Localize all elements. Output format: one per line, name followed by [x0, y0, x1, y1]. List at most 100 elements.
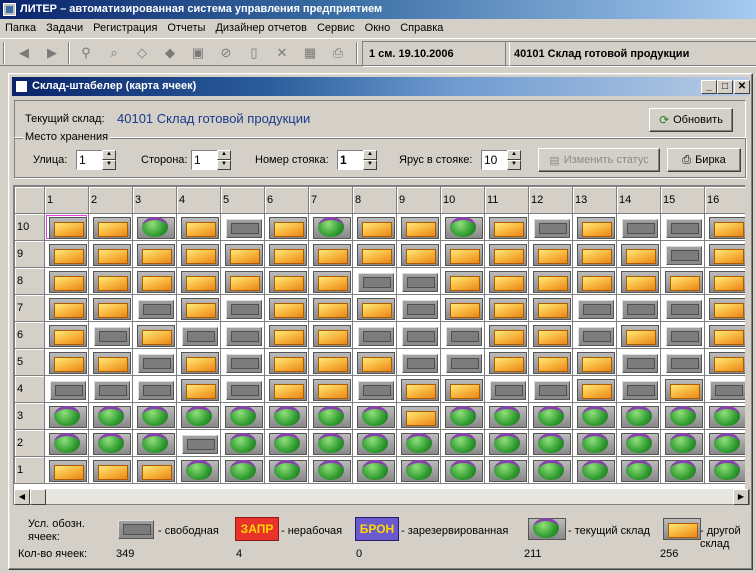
- grid-cell[interactable]: [616, 348, 661, 376]
- cell-free[interactable]: [221, 214, 264, 240]
- cell-other-warehouse[interactable]: [353, 214, 396, 240]
- grid-cell[interactable]: [396, 294, 441, 322]
- cell-other-warehouse[interactable]: [441, 268, 484, 294]
- spin-up-icon[interactable]: ▲: [363, 150, 377, 160]
- cell-current-warehouse[interactable]: [573, 457, 616, 483]
- cell-current-warehouse[interactable]: [617, 430, 660, 456]
- grid-cell[interactable]: [660, 213, 705, 241]
- grid-cell[interactable]: [220, 402, 265, 430]
- grid-cell[interactable]: [44, 213, 89, 241]
- cell-free[interactable]: [221, 349, 264, 375]
- cell-other-warehouse[interactable]: [177, 295, 220, 321]
- cell-other-warehouse[interactable]: [265, 295, 308, 321]
- grid-cell[interactable]: [572, 294, 617, 322]
- grid-cell[interactable]: [176, 402, 221, 430]
- minimize-button[interactable]: _: [701, 80, 717, 94]
- rack-number-spinner[interactable]: 1 ▲ ▼: [337, 150, 377, 170]
- menu-item-service[interactable]: Сервис: [312, 19, 360, 38]
- grid-cell[interactable]: [616, 321, 661, 349]
- grid-cell[interactable]: [176, 294, 221, 322]
- menu-item-folder[interactable]: Папка: [0, 19, 41, 38]
- grid-cell[interactable]: [352, 456, 397, 484]
- grid-cell[interactable]: [176, 375, 221, 403]
- cell-free[interactable]: [485, 376, 528, 402]
- grid-cell[interactable]: [396, 375, 441, 403]
- grid-cell[interactable]: [308, 294, 353, 322]
- grid-cell[interactable]: [704, 375, 749, 403]
- grid-cell[interactable]: [616, 375, 661, 403]
- cell-other-warehouse[interactable]: [45, 457, 88, 483]
- cell-other-warehouse[interactable]: [89, 349, 132, 375]
- cell-other-warehouse[interactable]: [353, 349, 396, 375]
- cell-current-warehouse[interactable]: [661, 430, 704, 456]
- cell-free[interactable]: [133, 295, 176, 321]
- grid-cell[interactable]: [176, 429, 221, 457]
- cell-free[interactable]: [177, 322, 220, 348]
- grid-cell[interactable]: [528, 402, 573, 430]
- cell-other-warehouse[interactable]: [353, 295, 396, 321]
- grid-cell[interactable]: [616, 267, 661, 295]
- scroll-right-icon[interactable]: ▶: [733, 489, 749, 505]
- grid-cell[interactable]: [528, 267, 573, 295]
- cell-other-warehouse[interactable]: [529, 322, 572, 348]
- grid-cell[interactable]: [616, 213, 661, 241]
- cell-current-warehouse[interactable]: [661, 403, 704, 429]
- grid-cell[interactable]: [396, 321, 441, 349]
- grid-cell[interactable]: [396, 213, 441, 241]
- cell-other-warehouse[interactable]: [221, 268, 264, 294]
- cell-other-warehouse[interactable]: [705, 349, 748, 375]
- grid-cell[interactable]: [88, 429, 133, 457]
- tag-fill-icon[interactable]: ◆: [160, 43, 180, 63]
- cell-other-warehouse[interactable]: [573, 376, 616, 402]
- cell-other-warehouse[interactable]: [397, 214, 440, 240]
- grid-cell[interactable]: [308, 348, 353, 376]
- grid-cell[interactable]: [264, 213, 309, 241]
- cell-other-warehouse[interactable]: [617, 268, 660, 294]
- cell-current-warehouse[interactable]: [705, 403, 748, 429]
- grid-cell[interactable]: [176, 348, 221, 376]
- grid-cell[interactable]: [44, 321, 89, 349]
- cell-free[interactable]: [89, 376, 132, 402]
- grid-cell[interactable]: [440, 402, 485, 430]
- cell-other-warehouse[interactable]: [221, 241, 264, 267]
- grid-cell[interactable]: [132, 294, 177, 322]
- cell-free[interactable]: [617, 349, 660, 375]
- grid-cell[interactable]: [484, 456, 529, 484]
- cell-current-warehouse[interactable]: [89, 430, 132, 456]
- grid-cell[interactable]: [44, 375, 89, 403]
- grid-cell[interactable]: [528, 294, 573, 322]
- cell-other-warehouse[interactable]: [617, 241, 660, 267]
- cell-other-warehouse[interactable]: [661, 268, 704, 294]
- cell-other-warehouse[interactable]: [309, 349, 352, 375]
- cell-free[interactable]: [441, 349, 484, 375]
- grid-cell[interactable]: [660, 375, 705, 403]
- grid-cell[interactable]: [220, 429, 265, 457]
- arrow-right-icon[interactable]: ▶: [42, 43, 62, 63]
- grid-cell[interactable]: [308, 267, 353, 295]
- grid-cell[interactable]: [660, 402, 705, 430]
- grid-cell[interactable]: [616, 429, 661, 457]
- grid-cell[interactable]: [264, 321, 309, 349]
- cell-other-warehouse[interactable]: [45, 214, 88, 240]
- cell-other-warehouse[interactable]: [353, 241, 396, 267]
- grid-cell[interactable]: [264, 429, 309, 457]
- maximize-button[interactable]: □: [717, 80, 733, 94]
- grid-cell[interactable]: [440, 375, 485, 403]
- cell-other-warehouse[interactable]: [177, 241, 220, 267]
- cell-other-warehouse[interactable]: [529, 241, 572, 267]
- binoculars-icon[interactable]: ⌕: [104, 43, 124, 63]
- grid-cell[interactable]: [704, 294, 749, 322]
- cell-current-warehouse[interactable]: [265, 457, 308, 483]
- grid-cell[interactable]: [572, 213, 617, 241]
- cell-current-warehouse[interactable]: [309, 457, 352, 483]
- grid-cell[interactable]: [572, 267, 617, 295]
- cell-free[interactable]: [441, 322, 484, 348]
- cell-free[interactable]: [221, 295, 264, 321]
- cell-free[interactable]: [45, 376, 88, 402]
- cell-other-warehouse[interactable]: [177, 349, 220, 375]
- cell-current-warehouse[interactable]: [45, 430, 88, 456]
- cell-current-warehouse[interactable]: [309, 430, 352, 456]
- grid-cell[interactable]: [660, 456, 705, 484]
- cell-other-warehouse[interactable]: [573, 349, 616, 375]
- cell-other-warehouse[interactable]: [309, 268, 352, 294]
